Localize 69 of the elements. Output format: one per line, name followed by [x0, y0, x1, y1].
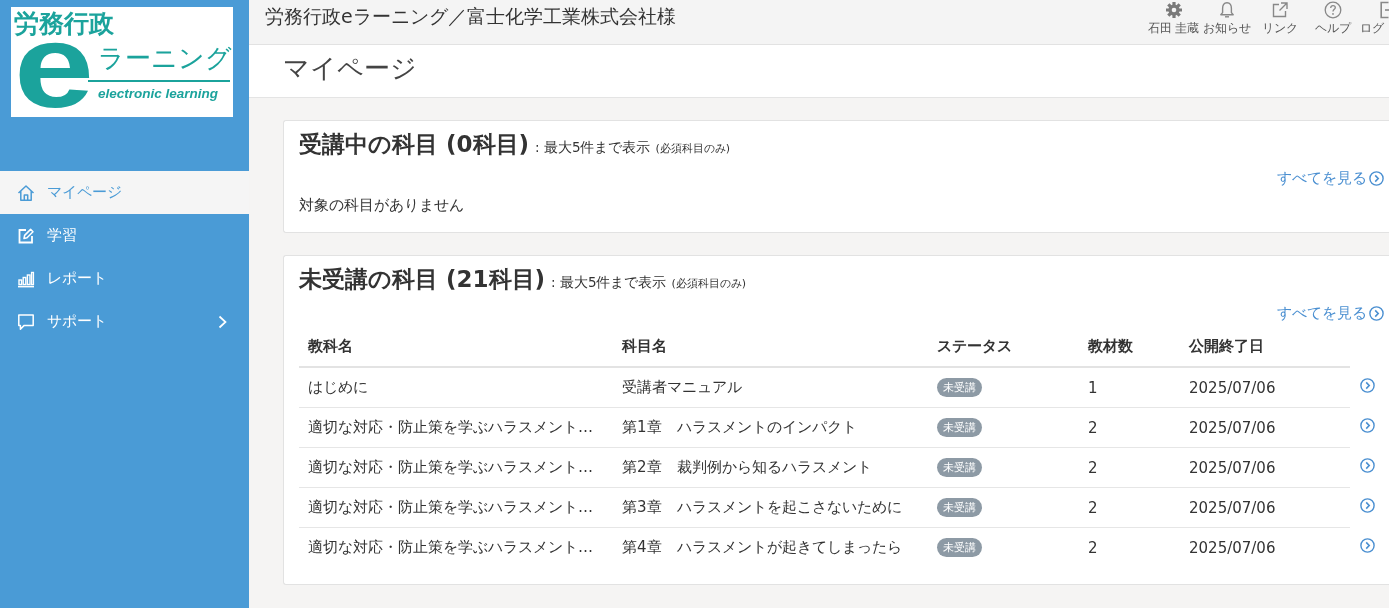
circle-chevron-icon[interactable]	[1360, 537, 1375, 553]
table-cell: 2025/07/06	[1180, 407, 1350, 448]
column-header: 教材数	[1079, 327, 1180, 367]
edit-icon	[17, 226, 35, 245]
view-all-link[interactable]: すべてを見る	[1277, 303, 1384, 323]
section-sub-note: (必須科目のみ)	[655, 141, 731, 156]
view-all-link[interactable]: すべてを見る	[1277, 168, 1384, 188]
section-note: : 最大5件まで表示	[535, 139, 651, 157]
table-cell: 2025/07/06	[1180, 447, 1350, 488]
status-badge: 未受講	[937, 498, 982, 517]
section-title: 未受講の科目 (21科目)	[299, 266, 546, 292]
table-cell: 1	[1079, 367, 1180, 408]
table-cell: 適切な対応・防止策を学ぶハラスメント…	[299, 487, 613, 528]
sidebar-item[interactable]: 学習	[0, 214, 249, 257]
table-cell: 2025/07/06	[1180, 367, 1350, 408]
table-cell: 2025/07/06	[1180, 527, 1350, 567]
column-header: 科目名	[613, 327, 928, 367]
empty-message: 対象の科目がありません	[299, 195, 465, 215]
logo-tagline: electronic learning	[98, 86, 219, 102]
logo-title: 労務行政	[14, 10, 114, 38]
notifications-button[interactable]: お知らせ	[1200, 0, 1253, 35]
table-cell: 受講者マニュアル	[613, 367, 928, 408]
user-menu-button[interactable]: 石田 圭蔵	[1147, 0, 1200, 35]
table-cell: 2	[1079, 527, 1180, 567]
circle-chevron-icon[interactable]	[1360, 458, 1375, 473]
speech-bubble-icon	[17, 312, 35, 331]
circle-chevron-icon	[1369, 170, 1384, 186]
header-title: 労務行政eラーニング／富士化学工業株式会社様	[264, 4, 676, 29]
table-cell: 2025/07/06	[1180, 487, 1350, 528]
section-sub-note: (必須科目のみ)	[671, 276, 747, 291]
links-button[interactable]: リンク	[1253, 0, 1306, 35]
status-badge: 未受講	[937, 378, 982, 397]
logout-icon	[1380, 1, 1389, 19]
logo-wordmark: ラーニング	[98, 43, 232, 73]
home-icon	[17, 183, 35, 202]
help-icon	[1323, 1, 1342, 19]
column-header: 教科名	[299, 327, 613, 367]
sidebar-item[interactable]: レポート	[0, 257, 249, 300]
logout-button[interactable]: ログ	[1359, 0, 1389, 35]
bar-chart-icon	[17, 269, 35, 288]
circle-chevron-icon[interactable]	[1360, 498, 1375, 513]
circle-chevron-icon[interactable]	[1360, 418, 1375, 433]
status-badge: 未受講	[937, 418, 982, 437]
status-badge: 未受講	[937, 538, 982, 557]
logo-letter: e	[14, 40, 95, 114]
circle-chevron-icon	[1369, 305, 1384, 321]
status-badge: 未受講	[937, 458, 982, 477]
table-cell: 2	[1079, 447, 1180, 488]
table-cell: 適切な対応・防止策を学ぶハラスメント…	[299, 527, 613, 567]
table-cell: 2	[1079, 407, 1180, 448]
circle-chevron-icon[interactable]	[1360, 377, 1375, 393]
external-link-icon	[1270, 1, 1289, 19]
bell-icon	[1217, 1, 1236, 19]
table-cell: 第3章 ハラスメントを起こさないために	[613, 487, 928, 528]
column-header: ステータス	[928, 327, 1079, 367]
table-cell: はじめに	[299, 367, 613, 408]
table-cell: 第1章 ハラスメントのインパクト	[613, 407, 928, 448]
table-cell: 適切な対応・防止策を学ぶハラスメント…	[299, 407, 613, 448]
table-cell: 第4章 ハラスメントが起きてしまったら	[613, 527, 928, 567]
help-button[interactable]: ヘルプ	[1306, 0, 1359, 35]
table-cell: 2	[1079, 487, 1180, 528]
table-cell: 適切な対応・防止策を学ぶハラスメント…	[299, 447, 613, 488]
section-title: 受講中の科目 (0科目)	[299, 131, 530, 157]
table-cell: 第2章 裁判例から知るハラスメント	[613, 447, 928, 488]
sidebar-item[interactable]: マイページ	[0, 171, 249, 214]
sidebar-item[interactable]: サポート	[0, 300, 249, 343]
page-title: マイページ	[283, 52, 417, 85]
column-header: 公開終了日	[1180, 327, 1350, 367]
section-note: : 最大5件まで表示	[551, 274, 667, 292]
